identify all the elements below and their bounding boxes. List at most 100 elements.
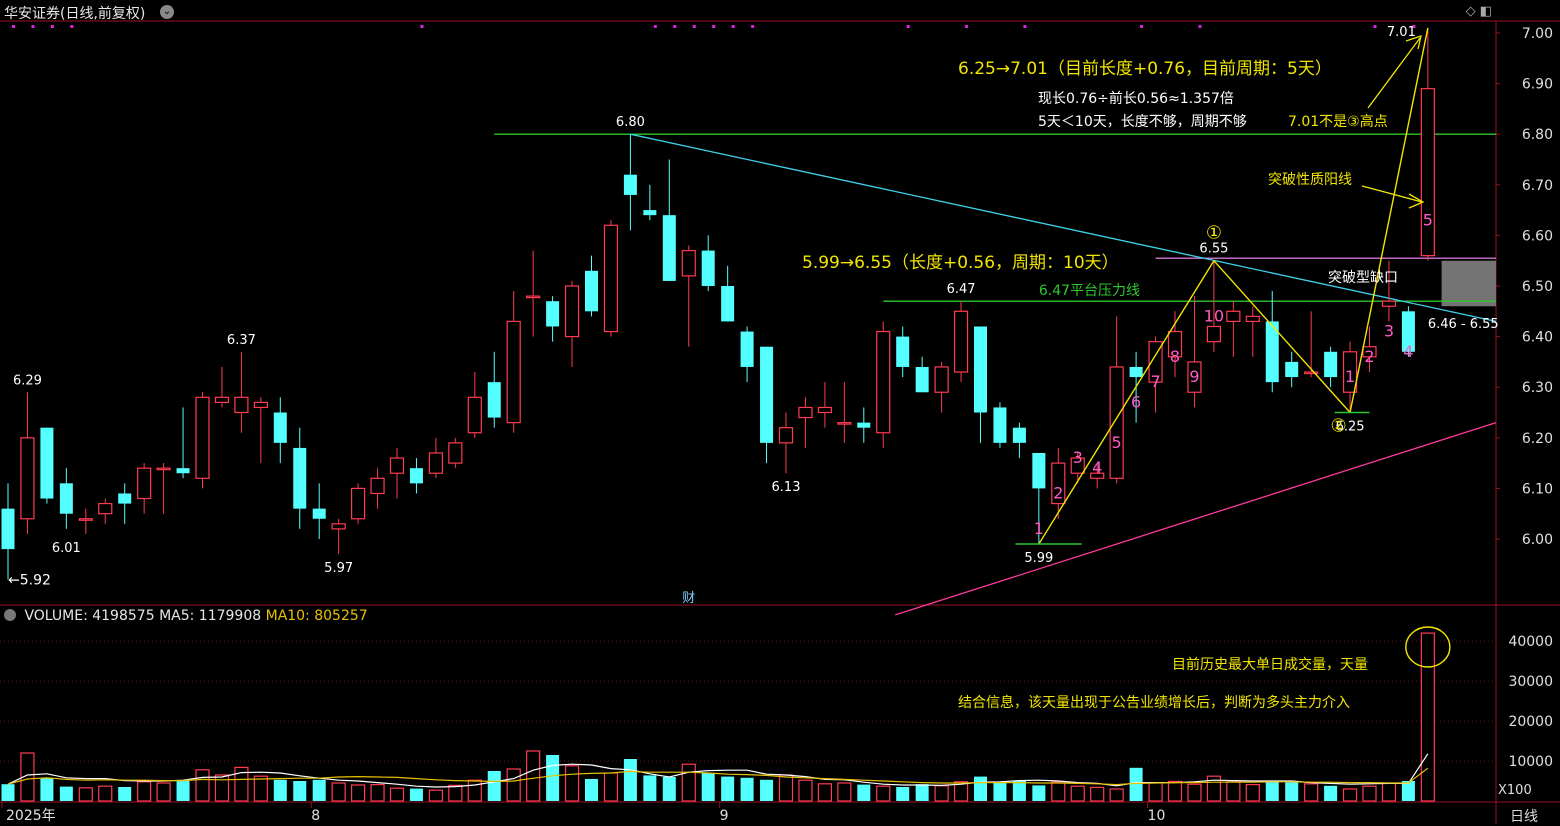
- volume-bar: [701, 773, 715, 801]
- volume-bar: [896, 787, 910, 801]
- candle-body: [331, 523, 346, 530]
- volume-note-2: 结合信息，该天量出现于公告业绩增长后，判断为多头主力介入: [958, 694, 1350, 711]
- event-marker: [751, 25, 755, 28]
- volume-bar: [721, 776, 735, 801]
- volume-bar: [370, 783, 385, 802]
- volume-bar: [448, 784, 463, 802]
- event-marker: [712, 25, 716, 28]
- event-marker: [1023, 25, 1027, 28]
- volume-bar: [156, 782, 171, 802]
- chart-title: 华安证券(日线,前复权): [4, 6, 146, 22]
- volume-bar: [428, 789, 443, 802]
- wave1-title: 6.25→7.01（目前长度+0.76，目前周期：5天）: [958, 59, 1332, 79]
- volume-header: VOLUME: 4198575 MA5: 1179908 MA10: 80525…: [4, 608, 368, 624]
- panel-icon[interactable]: ◧: [1480, 4, 1492, 19]
- gap-label: 突破型缺口: [1328, 270, 1398, 286]
- volume-bar: [1342, 788, 1358, 802]
- wave-count-label: 2: [1053, 484, 1063, 503]
- y-tick-label: 6.10: [1522, 481, 1553, 497]
- price-label: 6.55: [1199, 242, 1228, 257]
- event-marker: [420, 25, 424, 28]
- volume-bar: [506, 768, 521, 802]
- volume-tick-label: 40000: [1508, 634, 1553, 650]
- candle-body: [1420, 88, 1435, 257]
- candle-body: [409, 468, 423, 484]
- candle-body: [1324, 351, 1338, 378]
- event-marker: [50, 25, 54, 28]
- candle-body: [40, 427, 54, 499]
- wave-point-1: ①: [1206, 223, 1222, 244]
- y-tick-label: 6.20: [1522, 431, 1553, 447]
- candle-body: [448, 442, 463, 464]
- candle-body: [564, 285, 580, 338]
- volume-bar: [876, 785, 891, 802]
- arrow-to-high: [1367, 37, 1421, 109]
- candle-body: [526, 295, 541, 299]
- price-label: 7.01: [1387, 25, 1416, 40]
- candle-body: [467, 396, 482, 434]
- price-label: 5.97: [324, 561, 353, 576]
- candle-body: [156, 467, 171, 471]
- volume-bar: [1070, 785, 1085, 802]
- volume-bar: [546, 755, 560, 801]
- volume-menu-icon[interactable]: [4, 609, 16, 621]
- wave-count-label: 1: [1034, 519, 1044, 538]
- volume-bar: [1285, 782, 1299, 801]
- volume-value: VOLUME: 4198575: [24, 608, 155, 624]
- candle-body: [1012, 427, 1026, 443]
- window-icons[interactable]: ◇ ◧: [1466, 4, 1492, 19]
- period-label[interactable]: 日线: [1510, 806, 1538, 826]
- candle-body: [876, 330, 891, 434]
- volume-bar: [1381, 782, 1397, 802]
- volume-bar: [98, 785, 113, 802]
- chevron-down-icon[interactable]: ⌄: [160, 5, 174, 19]
- volume-bar: [1226, 781, 1241, 802]
- volume-bar: [760, 779, 774, 801]
- diamond-icon[interactable]: ◇: [1466, 4, 1476, 19]
- wave-count-label: 1: [1345, 367, 1355, 386]
- event-marker: [653, 25, 657, 28]
- y-tick-label: 6.80: [1522, 127, 1553, 143]
- volume-bar: [1090, 786, 1105, 802]
- volume-bar: [195, 769, 210, 802]
- volume-bar: [681, 763, 696, 802]
- x-tick-label: 2025年: [6, 808, 56, 824]
- volume-bar: [176, 781, 190, 801]
- arrow-to-candle: [1361, 185, 1423, 203]
- candle-body: [1206, 325, 1222, 343]
- volume-bar: [1187, 783, 1202, 802]
- volume-bar: [351, 784, 366, 802]
- volume-unit: X100: [1498, 783, 1532, 798]
- candle-body: [1285, 361, 1299, 378]
- candle-body: [1, 508, 15, 550]
- volume-ma5: MA5: 1179908: [159, 608, 262, 624]
- news-marker: 财: [682, 591, 695, 606]
- candle-body: [195, 396, 210, 479]
- event-marker: [1140, 25, 1144, 28]
- volume-bar: [915, 784, 929, 801]
- wave1-period-note: 5天＜10天，长度不够，周期不够: [1038, 114, 1247, 130]
- wave-count-label: 4: [1403, 342, 1413, 361]
- kline-chart[interactable]: 6.00 6.10 6.20 6.30 6.40 6.50 6.60 6.70 6.80 6.90…: [0, 0, 1560, 824]
- price-label: 6.80: [616, 115, 645, 130]
- volume-tick-label: 20000: [1508, 714, 1553, 730]
- candle-body: [370, 477, 385, 495]
- wave-point-2: ②: [1331, 416, 1347, 437]
- event-marker: [965, 25, 969, 28]
- candle-body: [798, 406, 813, 419]
- candle-body: [273, 412, 287, 443]
- candle-body: [214, 396, 230, 403]
- volume-bar: [253, 775, 268, 802]
- wave-line: [1349, 27, 1429, 413]
- gap-range-label: 6.46 - 6.55: [1428, 317, 1499, 332]
- volume-bar: [837, 782, 852, 802]
- volume-bar: [1, 784, 15, 801]
- y-tick-label: 7.00: [1522, 26, 1553, 42]
- candle-body: [1226, 310, 1241, 323]
- x-tick-label: 9: [720, 808, 729, 824]
- volume-bar: [137, 781, 152, 802]
- candle-body: [1032, 452, 1046, 489]
- volume-bar: [526, 750, 541, 802]
- candle-body: [78, 518, 93, 521]
- candle-body: [896, 336, 910, 367]
